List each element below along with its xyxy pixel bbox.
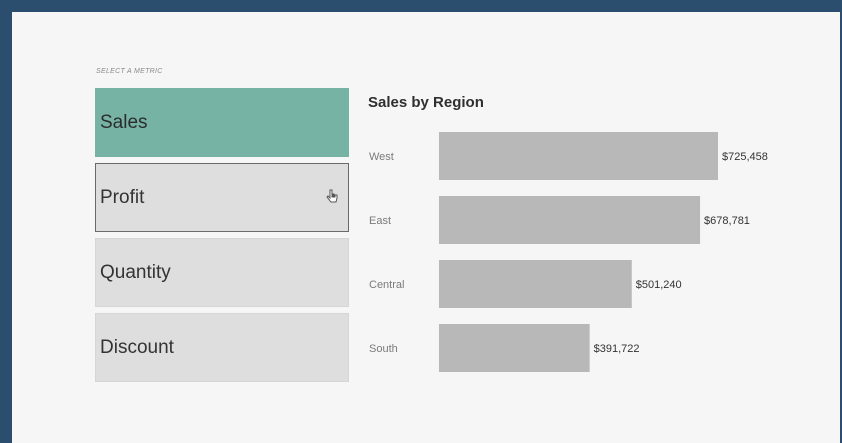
category-label: West [369, 151, 394, 163]
value-label: $391,722 [594, 343, 640, 355]
bar-east[interactable] [439, 196, 701, 244]
value-label: $678,781 [704, 215, 750, 227]
bar-central[interactable] [439, 260, 632, 308]
bar-west[interactable] [439, 132, 718, 180]
bar-south[interactable] [439, 324, 590, 372]
value-label: $725,458 [722, 151, 768, 163]
category-label: South [369, 343, 398, 355]
category-label: East [369, 215, 391, 227]
dashboard-card: SELECT A METRIC Sales Profit Quantity Di… [12, 12, 840, 443]
value-label: $501,240 [636, 279, 682, 291]
category-label: Central [369, 279, 404, 291]
sales-by-region-chart: West $725,458 East $678,781 Central $501,240 S… [369, 132, 768, 372]
